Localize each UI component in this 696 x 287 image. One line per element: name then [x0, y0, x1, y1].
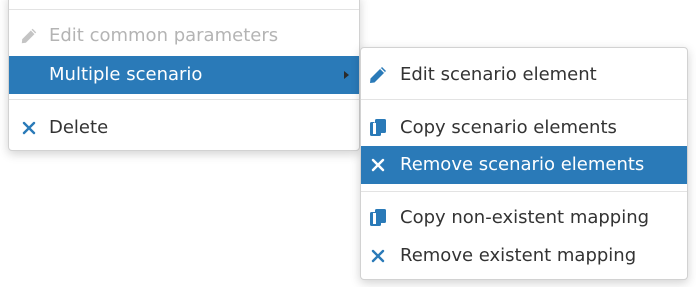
- submenu-item-remove-scenario-elements[interactable]: Remove scenario elements: [361, 146, 687, 184]
- pencil-icon: [367, 56, 389, 94]
- menu-divider: [9, 99, 359, 100]
- submenu-item-label: Edit scenario element: [400, 64, 597, 85]
- close-icon: [18, 109, 40, 147]
- close-icon: [367, 146, 389, 184]
- submenu-item-copy-non-existent-mapping[interactable]: Copy non-existent mapping: [361, 199, 687, 237]
- submenu-item-label: Remove scenario elements: [400, 154, 645, 175]
- submenu-item-label: Copy non-existent mapping: [400, 207, 650, 228]
- pencil-icon: [18, 17, 40, 55]
- menu-item-label: Multiple scenario: [49, 64, 203, 85]
- copy-icon: [367, 109, 389, 147]
- submenu: Edit scenario element Copy scenario elem…: [360, 47, 688, 280]
- menu-divider: [361, 191, 687, 192]
- submenu-item-label: Copy scenario elements: [400, 117, 617, 138]
- screen: Edit common parameters Multiple scenario…: [0, 0, 696, 287]
- close-icon: [367, 237, 389, 275]
- copy-icon: [367, 199, 389, 237]
- submenu-item-label: Remove existent mapping: [400, 245, 637, 266]
- menu-item-label: Edit common parameters: [49, 25, 279, 46]
- menu-divider: [361, 99, 687, 100]
- submenu-item-copy-scenario-elements[interactable]: Copy scenario elements: [361, 109, 687, 147]
- menu-divider: [9, 9, 359, 10]
- menu-item-label: Delete: [49, 117, 109, 138]
- submenu-item-edit-scenario-element[interactable]: Edit scenario element: [361, 56, 687, 94]
- submenu-arrow-icon: [344, 71, 349, 79]
- menu-item-delete[interactable]: Delete: [9, 109, 359, 147]
- menu-item-multiple-scenario[interactable]: Multiple scenario: [9, 56, 359, 94]
- submenu-item-remove-existent-mapping[interactable]: Remove existent mapping: [361, 237, 687, 275]
- context-menu: Edit common parameters Multiple scenario…: [8, 0, 360, 151]
- menu-item-edit-common-parameters[interactable]: Edit common parameters: [9, 17, 359, 55]
